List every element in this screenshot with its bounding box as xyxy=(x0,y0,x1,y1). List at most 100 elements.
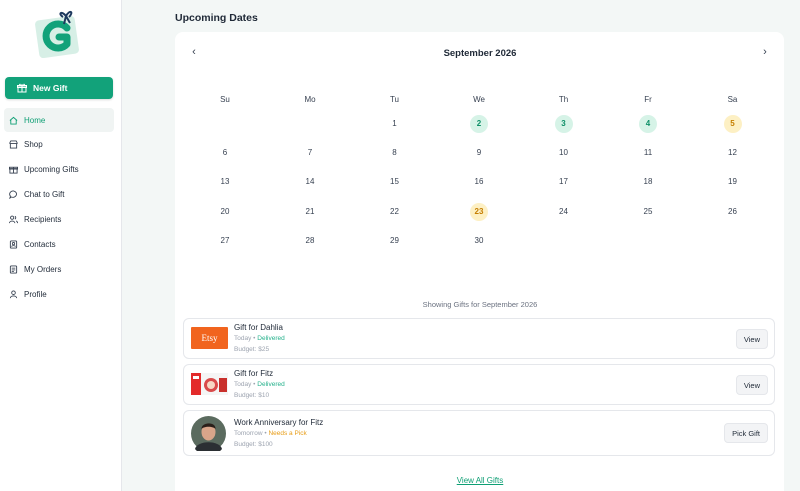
gift-icon xyxy=(17,83,27,93)
pick-gift-button[interactable]: Pick Gift xyxy=(724,423,768,443)
next-month-button[interactable]: › xyxy=(759,46,771,58)
calendar-day[interactable]: 2 xyxy=(470,115,488,133)
gift-row: Gift for Fitz Today • Delivered Budget: … xyxy=(183,364,775,405)
sidebar-item-upcoming-gifts[interactable]: Upcoming Gifts xyxy=(4,158,114,182)
product-image xyxy=(191,373,228,395)
view-gift-button[interactable]: View xyxy=(735,375,768,395)
users-icon xyxy=(9,215,18,224)
sidebar-item-label: Home xyxy=(24,115,46,125)
etsy-logo-text: Etsy xyxy=(201,333,218,343)
status-badge: Delivered xyxy=(257,381,285,388)
weekday-header: Th xyxy=(558,95,569,104)
weekday-header: Sa xyxy=(727,95,738,104)
calendar-day[interactable]: 13 xyxy=(215,174,235,190)
sidebar-item-home[interactable]: Home xyxy=(4,108,114,132)
gift-when: Today xyxy=(234,381,252,388)
calendar-day[interactable]: 10 xyxy=(554,145,574,161)
sidebar-item-contacts[interactable]: Contacts xyxy=(4,232,114,256)
previous-month-button[interactable]: ‹ xyxy=(188,46,200,58)
gift-meta: Tomorrow • Needs a Pick xyxy=(234,430,307,437)
calendar-day[interactable]: 1 xyxy=(385,116,405,132)
showing-gifts-label: Showing Gifts for September 2026 xyxy=(422,300,538,309)
sidebar-item-shop[interactable]: Shop xyxy=(4,133,114,157)
sidebar-nav: Home Shop Upcoming Gifts Chat to Gift Re… xyxy=(4,108,114,307)
calendar-day[interactable]: 22 xyxy=(385,204,405,220)
calendar-day[interactable]: 8 xyxy=(385,145,405,161)
calendar-day[interactable]: 4 xyxy=(639,115,657,133)
calendar-day[interactable]: 14 xyxy=(300,174,320,190)
gift-row: Etsy Gift for Dahlia Today • Delivered B… xyxy=(183,318,775,359)
sidebar-item-chat-to-gift[interactable]: Chat to Gift xyxy=(4,183,114,207)
sidebar-item-label: Shop xyxy=(24,140,43,150)
gift-when: Today xyxy=(234,335,252,342)
gift-budget: Budget: $10 xyxy=(234,392,270,399)
calendar-day[interactable]: 23 xyxy=(470,202,488,221)
calendar-day[interactable]: 25 xyxy=(638,204,658,220)
sidebar-item-recipients[interactable]: Recipients xyxy=(4,208,114,232)
avatar xyxy=(191,416,226,456)
gift-meta: Today • Delivered xyxy=(234,381,285,388)
gift-title: Work Anniversary for Fitz xyxy=(234,418,324,427)
calendar-day[interactable]: 12 xyxy=(723,145,743,161)
sidebar-item-label: Profile xyxy=(24,289,47,299)
calendar-day[interactable]: 18 xyxy=(638,174,658,190)
calendar-day[interactable]: 30 xyxy=(469,233,489,249)
weekday-header: Tu xyxy=(389,95,400,104)
new-gift-label: New Gift xyxy=(33,83,68,93)
app-logo[interactable] xyxy=(34,6,84,58)
page-title: Upcoming Dates xyxy=(175,12,258,24)
calendar-day[interactable]: 17 xyxy=(554,174,574,190)
user-icon xyxy=(9,290,18,298)
chat-icon xyxy=(9,190,17,200)
sidebar-item-my-orders[interactable]: My Orders xyxy=(4,257,114,281)
calendar-day[interactable]: 16 xyxy=(469,174,489,190)
sidebar: New Gift Home Shop Upcoming Gifts Chat t… xyxy=(0,0,122,491)
gift-row: Work Anniversary for Fitz Tomorrow • Nee… xyxy=(183,410,775,456)
gift-budget: Budget: $100 xyxy=(234,441,273,448)
calendar-day[interactable]: 9 xyxy=(469,145,489,161)
calendar-day[interactable]: 5 xyxy=(723,115,742,133)
calendar-day[interactable]: 3 xyxy=(554,115,573,133)
calendar-day[interactable]: 19 xyxy=(723,174,743,190)
gift-when: Tomorrow xyxy=(234,430,263,437)
gift-title: Gift for Dahlia xyxy=(234,323,283,332)
new-gift-button[interactable]: New Gift xyxy=(5,77,113,99)
calendar-day[interactable]: 27 xyxy=(215,233,235,249)
weekday-header: We xyxy=(473,95,485,104)
sidebar-item-label: Contacts xyxy=(24,239,56,249)
calendar-day[interactable]: 26 xyxy=(723,204,743,220)
calendar-day[interactable]: 21 xyxy=(300,204,320,220)
calendar-day[interactable]: 24 xyxy=(554,204,574,220)
separator-dot: • xyxy=(253,335,256,342)
calendar-month-title: September 2026 xyxy=(443,48,517,59)
view-gift-button[interactable]: View xyxy=(735,329,768,349)
sidebar-item-label: My Orders xyxy=(24,264,62,274)
sidebar-item-label: Chat to Gift xyxy=(24,190,65,200)
orders-icon xyxy=(9,265,18,274)
weekday-header: Mo xyxy=(304,95,316,104)
weekday-header: Fr xyxy=(644,95,652,104)
calendar-day[interactable]: 29 xyxy=(385,233,405,249)
sidebar-item-label: Recipients xyxy=(24,215,62,225)
shop-icon xyxy=(9,140,18,149)
contacts-icon xyxy=(9,240,18,249)
etsy-logo: Etsy xyxy=(191,327,228,349)
home-icon xyxy=(9,116,18,125)
calendar-day[interactable]: 11 xyxy=(638,145,658,161)
calendar-day[interactable]: 28 xyxy=(300,233,320,249)
calendar-day[interactable]: 20 xyxy=(215,204,235,220)
separator-dot: • xyxy=(264,430,267,437)
separator-dot: • xyxy=(253,381,256,388)
gift-title: Gift for Fitz xyxy=(234,369,274,378)
view-all-gifts-link[interactable]: View All Gifts xyxy=(400,476,560,485)
weekday-header: Su xyxy=(220,95,230,104)
sidebar-item-profile[interactable]: Profile xyxy=(4,282,114,306)
calendar-day[interactable]: 15 xyxy=(385,174,405,190)
status-badge: Delivered xyxy=(257,335,285,342)
avatar-photo xyxy=(191,416,226,456)
gift-meta: Today • Delivered xyxy=(234,335,285,342)
calendar-day[interactable]: 6 xyxy=(215,145,235,161)
calendar-day[interactable]: 7 xyxy=(300,145,320,161)
gift-budget: Budget: $25 xyxy=(234,346,270,353)
gift-icon xyxy=(9,167,18,174)
